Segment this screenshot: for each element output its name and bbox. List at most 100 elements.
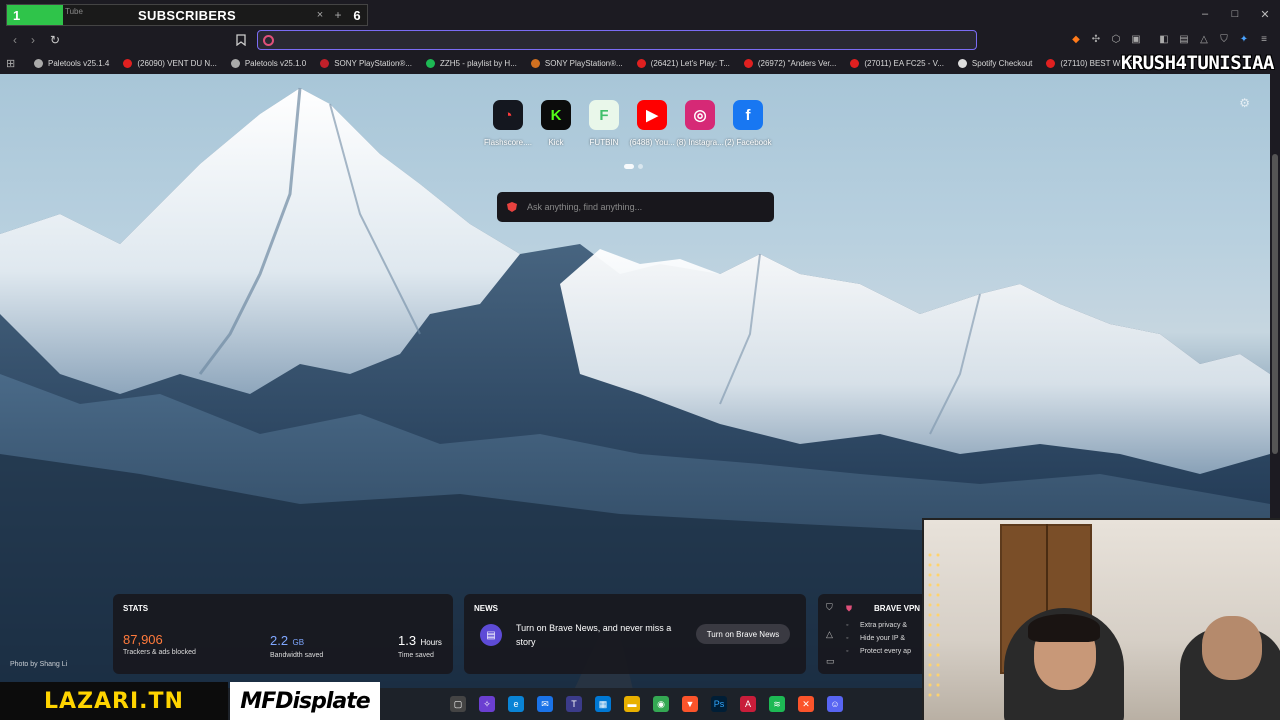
top-site-tile[interactable]: ◎ (8) Instagra... [676, 100, 724, 147]
site-favicon-icon: ◎ [685, 100, 715, 130]
tab-title-ghost: Tube [65, 7, 83, 16]
photoshop-icon[interactable]: Ps [711, 696, 727, 712]
rewards-icon[interactable]: △ [1196, 31, 1212, 47]
bandwidth-value: 2.2 [270, 633, 289, 648]
acrobat-icon[interactable]: A [740, 696, 756, 712]
pagination-dot[interactable] [624, 164, 634, 169]
bookmark-item[interactable]: Paletools v25.1.0 [230, 58, 307, 68]
maximize-button[interactable]: □ [1220, 0, 1250, 28]
site-favicon-icon: F [589, 100, 619, 130]
top-sites: ◔ Flashscore.... K Kick F FUTBIN ▶ (6488) You..… [484, 100, 772, 147]
scroll-thumb[interactable] [1272, 154, 1278, 454]
copilot-icon[interactable]: ✧ [479, 696, 495, 712]
check-icon: ◦ [846, 622, 849, 629]
brave-icon[interactable]: ▼ [682, 696, 698, 712]
file-explorer-icon[interactable]: ▬ [624, 696, 640, 712]
tab-close-icon[interactable]: × [311, 9, 329, 21]
extension-puzzle-icon[interactable]: ✣ [1088, 31, 1104, 47]
top-site-tile[interactable]: K Kick [538, 100, 574, 147]
edge-icon[interactable]: e [508, 696, 524, 712]
new-tab-button[interactable]: + [329, 8, 347, 22]
sidebar-icon[interactable]: ◧ [1156, 31, 1172, 47]
news-title: NEWS [474, 604, 498, 613]
bookmark-item[interactable]: ZZH5 - playlist by H... [425, 58, 517, 68]
top-site-tile[interactable]: F FUTBIN [586, 100, 622, 147]
close-window-button[interactable]: ✕ [1250, 0, 1280, 28]
site-label: Kick [548, 138, 564, 147]
spotify-icon[interactable]: ≋ [769, 696, 785, 712]
wallet-icon[interactable]: ▤ [1176, 31, 1192, 47]
search-engine-icon [263, 35, 274, 46]
customize-gear-icon[interactable]: ⚙ [1239, 96, 1250, 110]
discord-icon[interactable]: ☺ [827, 696, 843, 712]
site-label: (2) Facebook [724, 138, 772, 147]
streamer-name-overlay: KRUSH4TUNISIAA [1120, 52, 1275, 74]
bookmark-favicon-icon [320, 58, 330, 68]
bookmark-item[interactable]: SONY PlayStation®... [530, 58, 623, 68]
site-favicon-icon: ◔ [493, 100, 523, 130]
site-label: (6488) You... [629, 138, 675, 147]
news-icon: ▤ [480, 624, 502, 646]
bandwidth-unit: GB [292, 638, 305, 647]
top-site-tile[interactable]: f (2) Facebook [724, 100, 772, 147]
subscriber-goal: 6 [353, 7, 361, 23]
ask-placeholder: Ask anything, find anything... [527, 202, 643, 212]
news-widget: NEWS ▤ Turn on Brave News, and never mis… [464, 594, 806, 674]
menu-icon[interactable]: ≡ [1256, 31, 1272, 47]
address-bar[interactable] [257, 30, 977, 50]
vpn-feature: Protect every ap [860, 648, 911, 655]
turn-on-news-button[interactable]: Turn on Brave News [696, 624, 790, 644]
task-view-icon[interactable]: ▢ [450, 696, 466, 712]
browser-toolbar: ‹ › ↻ ◆ ✣ ⬡ ▣ ◧ ▤ △ ⛉ ✦ ≡ [0, 28, 1280, 52]
minimize-button[interactable]: – [1190, 0, 1220, 28]
reload-button[interactable]: ↻ [46, 31, 64, 49]
brave-shields-icon[interactable]: ◆ [1068, 31, 1084, 47]
subscriber-count: 1 [7, 5, 63, 25]
tab-search-icon[interactable]: ▣ [1128, 31, 1144, 47]
bookmark-favicon-icon [743, 58, 753, 68]
bookmark-favicon-icon [530, 58, 540, 68]
extension-icon[interactable]: ⬡ [1108, 31, 1124, 47]
rewards-triangle-icon[interactable]: △ [826, 629, 835, 640]
site-favicon-icon: K [541, 100, 571, 130]
chrome-icon[interactable]: ◉ [653, 696, 669, 712]
subscriber-counter-overlay: 1 Tube SUBSCRIBERS × + 6 [6, 4, 368, 26]
ask-search-box[interactable]: Ask anything, find anything... [497, 192, 774, 222]
sponsor-logo-mfdisplate: MFDisplate [230, 682, 380, 720]
bookmark-favicon-icon [34, 58, 43, 68]
bookmark-item[interactable]: SONY PlayStation®... [320, 58, 412, 68]
bookmark-icon[interactable] [232, 31, 250, 49]
photo-credit[interactable]: Photo by Shang Li [10, 661, 67, 668]
bookmark-item[interactable]: (26421) Let's Play: T... [636, 58, 730, 68]
profile-icon[interactable]: ✦ [1236, 31, 1252, 47]
brave-active-icon[interactable]: ✕ [798, 696, 814, 712]
bookmark-label: Paletools v25.1.0 [244, 58, 307, 68]
brave-lion-icon [507, 202, 517, 212]
vpn-icon[interactable]: ⛉ [1216, 31, 1232, 47]
top-site-tile[interactable]: ▶ (6488) You... [629, 100, 675, 147]
pagination-dot[interactable] [638, 164, 643, 169]
url-input[interactable] [280, 33, 970, 47]
teams-icon[interactable]: T [566, 696, 582, 712]
bookmark-item[interactable]: (27011) EA FC25 - V... [850, 58, 944, 68]
bookmark-item[interactable]: (26090) VENT DU N... [123, 58, 217, 68]
top-site-tile[interactable]: ◔ Flashscore.... [484, 100, 532, 147]
site-label: Flashscore.... [484, 138, 533, 147]
site-favicon-icon: ▶ [637, 100, 667, 130]
shield-icon[interactable]: ⛉ [826, 602, 835, 613]
bookmark-favicon-icon [425, 58, 435, 68]
back-button[interactable]: ‹ [6, 31, 24, 49]
site-label: (8) Instagra... [676, 138, 724, 147]
outlook-icon[interactable]: ✉ [537, 696, 553, 712]
news-promo-text: Turn on Brave News, and never miss a sto… [516, 623, 672, 647]
webcam-overlay [922, 518, 1280, 720]
time-value: 1.3 [398, 633, 417, 648]
apps-grid-icon[interactable]: ⊞ [6, 57, 22, 70]
stats-widget: STATS 87,906 Trackers & ads blocked 2.2 … [113, 594, 453, 674]
bookmark-item[interactable]: Paletools v25.1.4 [34, 58, 109, 68]
bookmark-item[interactable]: Spotify Checkout [957, 58, 1032, 68]
forward-button[interactable]: › [24, 31, 42, 49]
store-icon[interactable]: ▦ [595, 696, 611, 712]
vpn-card-icon[interactable]: ▭ [826, 656, 835, 667]
bookmark-item[interactable]: (26972) "Anders Ver... [743, 58, 836, 68]
